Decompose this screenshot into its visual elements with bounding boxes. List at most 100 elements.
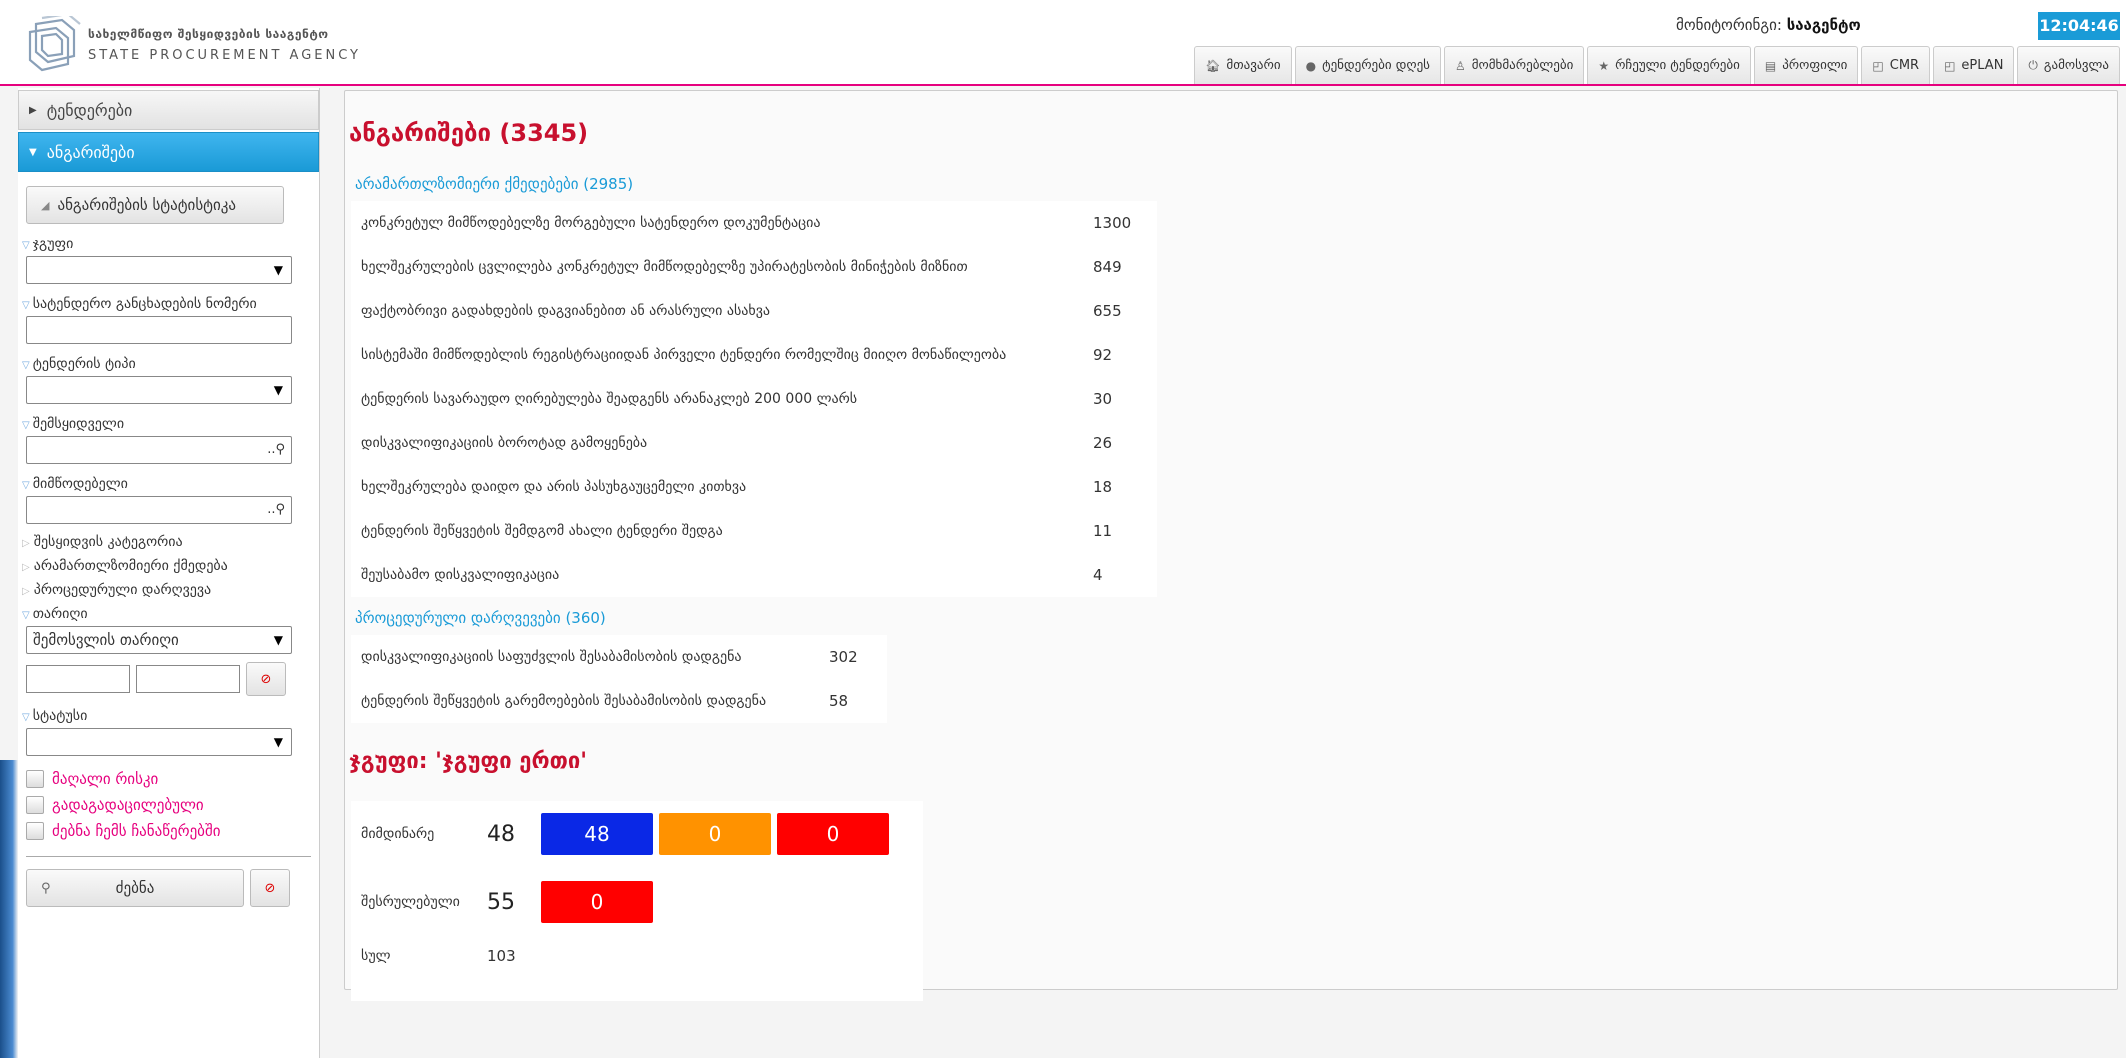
section-illegal-actions-title[interactable]: არამართლზომიერი ქმედებები (2985) (355, 175, 633, 193)
table-row[interactable]: ხელშეკრულება დაიდო და არის პასუხგაუცემელ… (351, 465, 1157, 509)
date-to-input[interactable] (136, 665, 240, 693)
nav-tab-label: ტენდერები დღეს (1322, 58, 1430, 73)
status-label: ▽ სტატუსი (22, 708, 319, 724)
row-value: 92 (1093, 346, 1113, 364)
search-my-records-option[interactable]: ძებნა ჩემს ჩანაწერებში (26, 822, 319, 840)
accordion-label: ანგარიშები (46, 142, 135, 162)
high-risk-option[interactable]: მაღალი რისკი (26, 770, 319, 788)
clear-icon: ⊘ (260, 671, 272, 687)
lookup-search-icon[interactable]: ..⚲ (267, 437, 285, 463)
checkbox-label: გადაგადაცილებული (52, 796, 204, 814)
label-text: შესყიდვის კატეგორია (33, 534, 183, 550)
announcement-number-input[interactable] (26, 316, 292, 344)
home-icon: 🏠︎ (1205, 58, 1221, 73)
status-select[interactable]: ▼ (26, 728, 292, 756)
external-link-icon: ◰ (1944, 58, 1956, 73)
filter-procedural-violation[interactable]: ▷ პროცედურული დარღვევა (22, 582, 319, 598)
nav-tab-tenders-today[interactable]: ● ტენდერები დღეს (1294, 46, 1441, 84)
divider (26, 856, 311, 857)
high-risk-checkbox[interactable] (26, 770, 44, 788)
date-label: ▽ თარიღი (22, 606, 319, 622)
nav-tab-logout[interactable]: ⏻ გამოსვლა (2017, 46, 2120, 84)
checkbox-label: ძებნა ჩემს ჩანაწერებში (52, 822, 221, 840)
main-content: ანგარიშები (3345) არამართლზომიერი ქმედებ… (344, 90, 2118, 1001)
forwarded-checkbox[interactable] (26, 796, 44, 814)
row-label: ტენდერის სავარაუდო ღირებულება შეადგენს ა… (361, 391, 858, 407)
nav-tab-label: რჩეული ტენდერები (1615, 58, 1740, 73)
clear-date-button[interactable]: ⊘ (246, 662, 286, 696)
table-row[interactable]: ხელშეკრულების ცვლილება კონკრეტულ მიმწოდე… (351, 245, 1157, 289)
section-procedural-violations-title[interactable]: პროცედურული დარღვევები (360) (355, 609, 606, 627)
dropdown-arrow-icon: ▼ (273, 383, 283, 397)
row-value: 26 (1093, 434, 1113, 452)
row-value: 58 (829, 692, 849, 710)
clock: 12:04:46 (2038, 12, 2120, 40)
search-my-records-checkbox[interactable] (26, 822, 44, 840)
table-row[interactable]: დისკვალიფიკაციის საფუძვლის შესაბამისობის… (351, 635, 887, 679)
group-title: ჯგუფი: 'ჯგუფი ერთი' (349, 749, 587, 774)
search-button[interactable]: ⚲ ძებნა (26, 869, 244, 907)
lookup-search-icon[interactable]: ..⚲ (267, 497, 285, 523)
desktop-background (0, 760, 18, 1058)
triangle-right-icon: ▷ (22, 562, 30, 573)
table-row[interactable]: ფაქტობრივი გადახდების დაგვიანებით ან არა… (351, 289, 1157, 333)
star-icon: ★ (1598, 58, 1610, 73)
accordion-label: ტენდერები (46, 100, 133, 120)
agency-name-english: STATE PROCUREMENT AGENCY (88, 48, 361, 63)
triangle-down-icon: ▽ (22, 420, 30, 431)
accordion-reports[interactable]: ▼ ანგარიშები (18, 132, 319, 172)
label-text: შემსყიდველი (32, 416, 125, 432)
table-row[interactable]: ტენდერის შეწყვეტის შემდგომ ახალი ტენდერი… (351, 509, 1157, 553)
label-text: სტატუსი (32, 708, 88, 724)
nav-tab-cmr[interactable]: ◰ CMR (1861, 46, 1931, 84)
nav-tab-home[interactable]: 🏠︎ მთავარი (1194, 46, 1292, 84)
table-row[interactable]: დისკვალიფიკაციის ბოროტად გამოყენება 26 (351, 421, 1157, 465)
buyer-lookup-input[interactable]: ..⚲ (26, 436, 292, 464)
nav-tab-users[interactable]: ♙ მომხმარებლები (1443, 46, 1585, 84)
search-actions: ⚲ ძებნა ⊘ (26, 869, 319, 907)
row-label: კონკრეტულ მიმწოდებელზე მორგებული სატენდე… (361, 215, 821, 231)
monitoring-label: მონიტორინგი: (1676, 16, 1782, 34)
nav-tab-profile[interactable]: ▤ პროფილი (1753, 46, 1859, 84)
power-icon: ⏻ (2028, 58, 2038, 72)
row-label: ტენდერის შეწყვეტის შემდგომ ახალი ტენდერი… (361, 523, 723, 539)
label-text: არამართლზომიერი ქმედება (33, 558, 228, 574)
nav-tab-favorite-tenders[interactable]: ★ რჩეული ტენდერები (1587, 46, 1751, 84)
done-status-box-red[interactable]: 0 (541, 881, 653, 923)
page-title: ანგარიშები (3345) (349, 119, 589, 147)
report-statistics-button[interactable]: ◢ ანგარიშების სტატისტიკა (26, 186, 284, 224)
filter-procurement-category[interactable]: ▷ შესყიდვის კატეგორია (22, 534, 319, 550)
nav-tab-eplan[interactable]: ◰ ePLAN (1933, 46, 2015, 84)
row-label: ხელშეკრულება დაიდო და არის პასუხგაუცემელ… (361, 479, 747, 495)
dropdown-arrow-icon: ▼ (273, 633, 283, 647)
row-value: 4 (1093, 566, 1103, 584)
date-range: ⊘ (26, 662, 319, 696)
clear-search-button[interactable]: ⊘ (250, 869, 290, 907)
tender-type-select[interactable]: ▼ (26, 376, 292, 404)
row-value: 655 (1093, 302, 1122, 320)
group-select[interactable]: ▼ (26, 256, 292, 284)
buyer-label: ▽ შემსყიდველი (22, 416, 319, 432)
table-row[interactable]: შეუსაბამო დისკვალიფიკაცია 4 (351, 553, 1157, 597)
date-from-input[interactable] (26, 665, 130, 693)
current-status-box-red[interactable]: 0 (777, 813, 889, 855)
table-row[interactable]: ტენდერის შეწყვეტის გარემოებების შესაბამი… (351, 679, 887, 723)
current-status-box-orange[interactable]: 0 (659, 813, 771, 855)
top-navigation: 🏠︎ მთავარი ● ტენდერები დღეს ♙ მომხმარებლები… (1191, 46, 2120, 84)
date-type-select[interactable]: შემოსვლის თარიღი ▼ (26, 626, 292, 654)
done-count: 55 (487, 889, 515, 915)
accordion-tenders[interactable]: ▶ ტენდერები (18, 90, 319, 130)
agency-name-georgian: სახელმწიფო შესყიდვების სააგენტო (88, 27, 329, 41)
supplier-lookup-input[interactable]: ..⚲ (26, 496, 292, 524)
done-row: შესრულებული 55 0 (351, 881, 659, 923)
forwarded-option[interactable]: გადაგადაცილებული (26, 796, 319, 814)
table-row[interactable]: ტენდერის სავარაუდო ღირებულება შეადგენს ა… (351, 377, 1157, 421)
filter-illegal-action[interactable]: ▷ არამართლზომიერი ქმედება (22, 558, 319, 574)
agency-logo-icon[interactable] (22, 12, 82, 74)
row-value: 30 (1093, 390, 1113, 408)
date-type-value: შემოსვლის თარიღი (33, 631, 179, 649)
table-row[interactable]: სისტემაში მიმწოდებლის რეგისტრაციიდან პირ… (351, 333, 1157, 377)
table-row[interactable]: კონკრეტულ მიმწოდებელზე მორგებული სატენდე… (351, 201, 1157, 245)
illegal-actions-table: კონკრეტულ მიმწოდებელზე მორგებული სატენდე… (351, 201, 1157, 597)
current-status-box-blue[interactable]: 48 (541, 813, 653, 855)
